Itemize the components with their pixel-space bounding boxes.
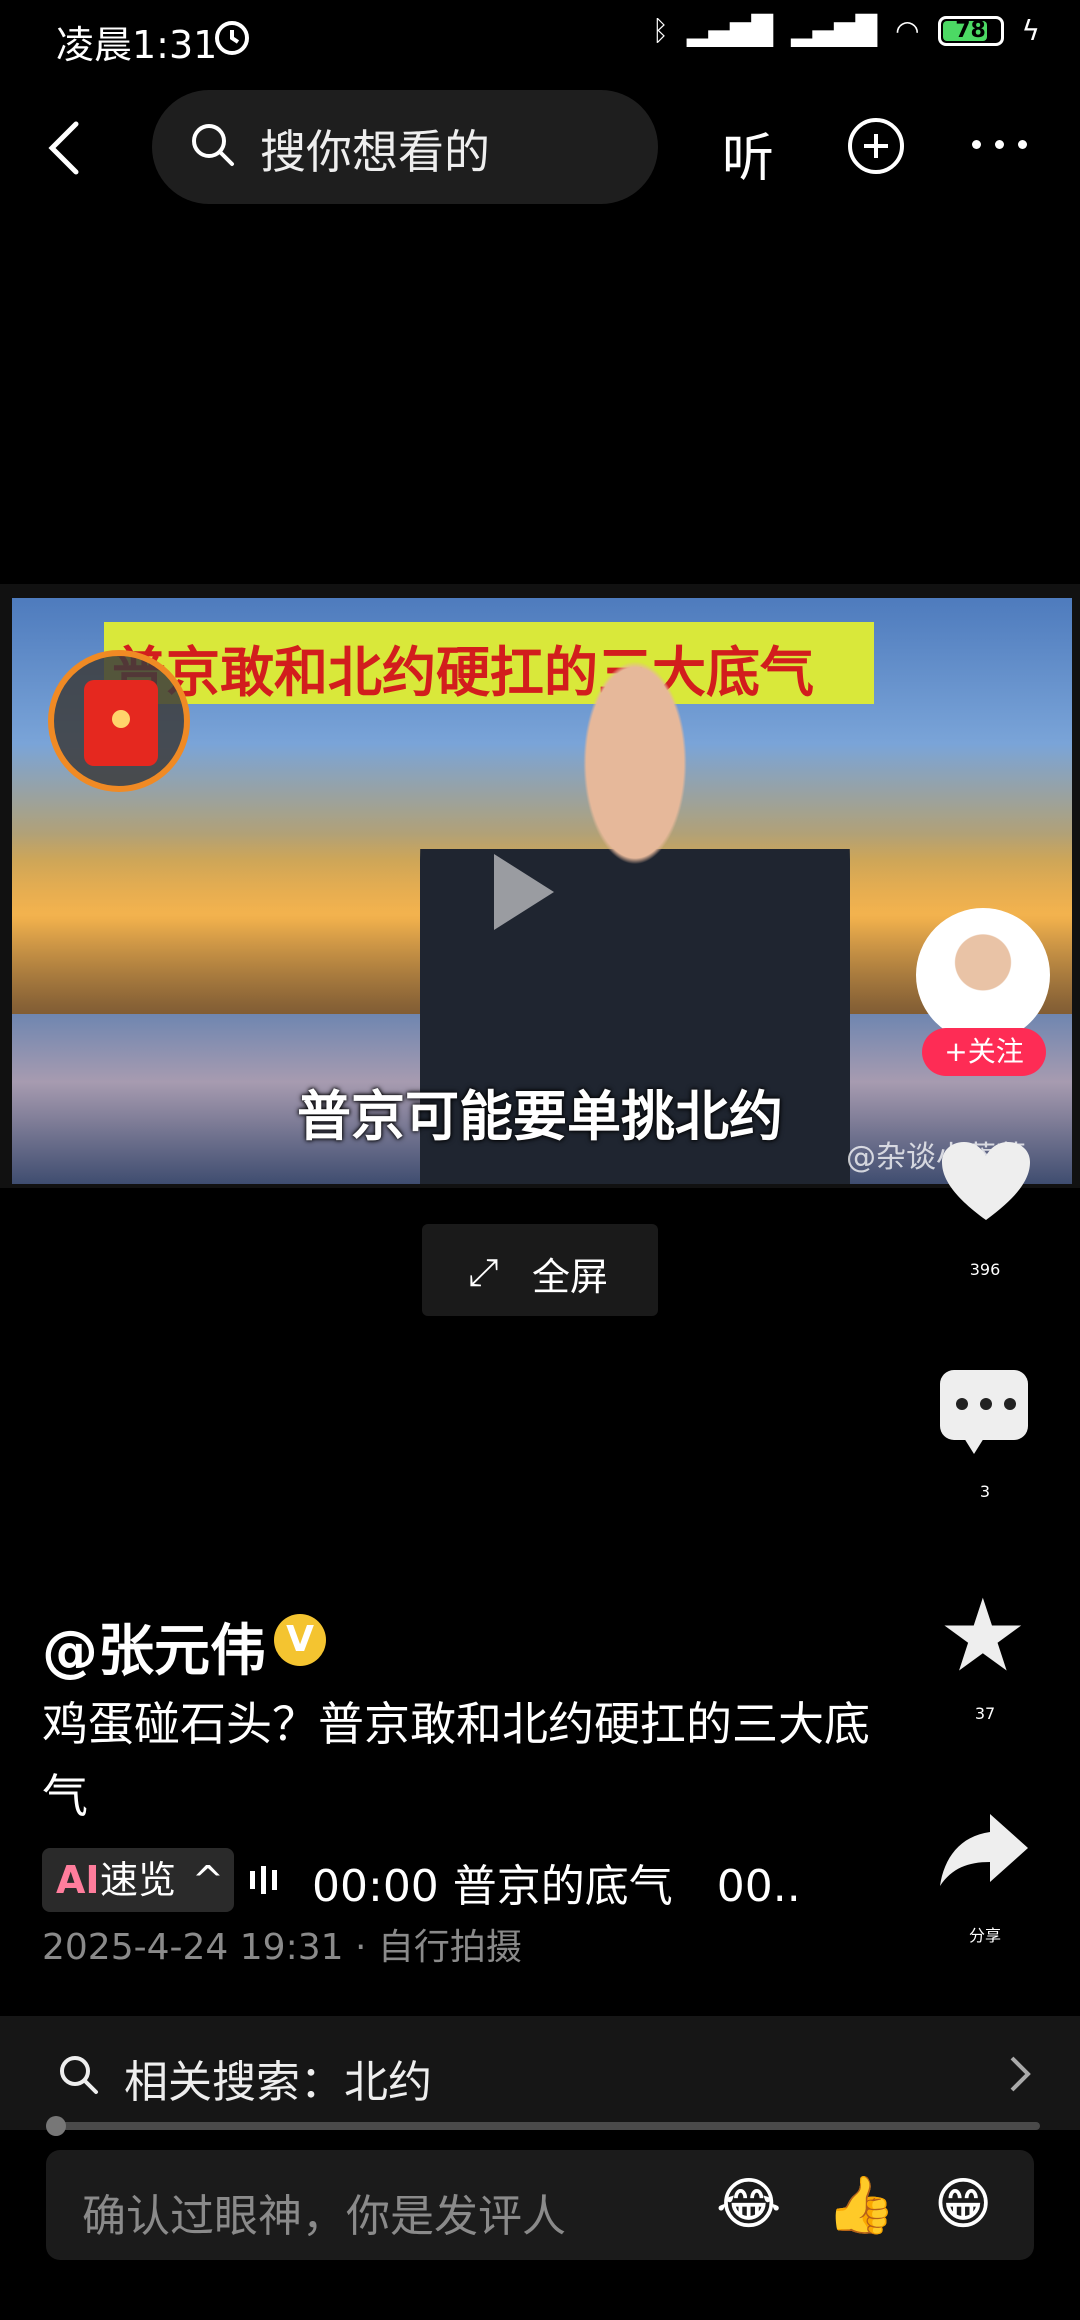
audio-wave-icon bbox=[250, 1866, 277, 1894]
status-right: ᛒ ▂▄▆█ ▂▄▆█ ◠ 78 ϟ bbox=[652, 14, 1040, 47]
back-icon[interactable] bbox=[44, 118, 84, 178]
plus-icon bbox=[864, 134, 888, 158]
red-packet-button[interactable] bbox=[48, 650, 190, 792]
progress-knob[interactable] bbox=[46, 2116, 66, 2136]
follow-button[interactable]: +关注 bbox=[922, 1028, 1046, 1076]
battery-icon: 78 bbox=[937, 15, 1004, 46]
related-search-text: 相关搜索：北约 bbox=[124, 2057, 432, 2108]
share-label: 分享 bbox=[968, 1926, 1001, 1945]
fullscreen-button[interactable]: ⤢ 全屏 bbox=[422, 1224, 658, 1316]
expand-icon: ⤢ bbox=[468, 1250, 499, 1294]
post-title: 鸡蛋碰石头？普京敢和北约硬扛的三大底气 bbox=[42, 1697, 870, 1823]
star-icon[interactable]: ★ bbox=[938, 1586, 1028, 1686]
share-icon[interactable] bbox=[938, 1810, 1030, 1890]
chevron-up-icon: ^ bbox=[192, 1858, 224, 1902]
red-envelope-icon bbox=[84, 680, 158, 766]
heart-icon[interactable] bbox=[940, 1140, 1032, 1224]
post-meta: 2025-4-24 19:31 · 自行拍摄 bbox=[42, 1927, 522, 1968]
like-count: 396 bbox=[969, 1260, 1001, 1279]
bluetooth-icon: ᛒ bbox=[651, 14, 669, 47]
signal-icon: ▂▄▆█ bbox=[686, 14, 773, 47]
search-icon bbox=[192, 124, 234, 166]
listen-button[interactable]: 听 bbox=[722, 116, 774, 191]
add-button[interactable] bbox=[848, 118, 904, 174]
thumbs-up-emoji-icon[interactable]: 👍 bbox=[826, 2172, 896, 2238]
wifi-icon: ◠ bbox=[895, 14, 920, 47]
chevron-right-icon bbox=[1010, 2056, 1031, 2092]
search-icon bbox=[60, 2056, 98, 2094]
video-progress-bar[interactable] bbox=[46, 2116, 1040, 2136]
search-bar[interactable]: 搜你想看的 bbox=[152, 90, 658, 204]
comment-placeholder: 确认过眼神，你是发评人 bbox=[82, 2191, 566, 2242]
verified-badge-icon: V bbox=[274, 1614, 326, 1666]
ai-summary-button[interactable]: AI 速览 ^ bbox=[42, 1848, 234, 1912]
search-placeholder: 搜你想看的 bbox=[260, 125, 490, 179]
ai-label: AI bbox=[56, 1858, 100, 1902]
grin-emoji-icon[interactable]: 😁 bbox=[934, 2172, 992, 2237]
alarm-icon bbox=[215, 21, 249, 55]
comment-count: 3 bbox=[979, 1482, 991, 1501]
signal-icon-2: ▂▄▆█ bbox=[790, 14, 878, 47]
more-icon[interactable] bbox=[972, 140, 1027, 149]
author-name[interactable]: @张元伟 bbox=[42, 1606, 266, 1687]
favorite-count: 37 bbox=[974, 1704, 996, 1723]
charging-icon: ϟ bbox=[1021, 14, 1040, 47]
status-bar: 凌晨1:31 ᛒ ▂▄▆█ ▂▄▆█ ◠ 78 ϟ bbox=[0, 0, 1080, 80]
related-search-bar[interactable]: 相关搜索：北约 bbox=[0, 2016, 1080, 2130]
ai-summary-label: 速览 bbox=[100, 1858, 177, 1902]
chapter-text[interactable]: 00:00 普京的底气 00.. bbox=[312, 1850, 801, 1914]
status-time: 凌晨1:31 bbox=[56, 23, 218, 67]
fullscreen-label: 全屏 bbox=[532, 1255, 609, 1299]
play-icon[interactable] bbox=[494, 854, 554, 930]
author-avatar[interactable] bbox=[916, 908, 1050, 1042]
laugh-emoji-icon[interactable]: 😂 bbox=[716, 2172, 781, 2237]
comment-icon[interactable] bbox=[940, 1370, 1028, 1454]
